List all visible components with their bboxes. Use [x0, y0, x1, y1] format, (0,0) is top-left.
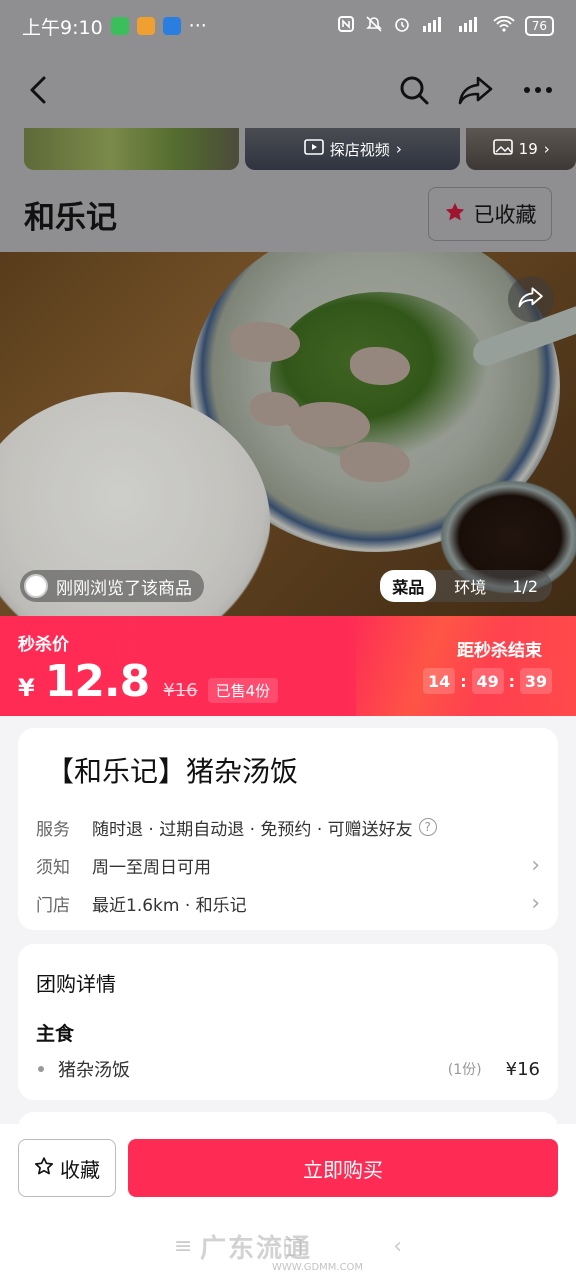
store-key: 门店: [36, 895, 70, 916]
shop-title-row: 和乐记 已收藏: [0, 176, 576, 252]
details-title: 团购详情: [36, 972, 116, 996]
list-item: 猪杂汤饭 (1份) ¥16: [36, 1056, 540, 1082]
flash-sale-banner: 秒杀价 ¥ 12.8 ¥16 已售4份 距秒杀结束 14 : 49 : 39: [0, 616, 576, 716]
image-icon: [492, 139, 513, 159]
star-outline-icon: [34, 1156, 54, 1181]
service-value: 随时退 · 过期自动退 · 免预约 · 可赠送好友: [92, 819, 413, 840]
product-image-carousel[interactable]: 刚刚浏览了该商品 菜品 环境 1/2: [0, 252, 576, 616]
bottom-action-bar: 收藏 立即购买: [0, 1124, 576, 1212]
search-icon[interactable]: [396, 72, 432, 108]
group-buy-details-card: 团购详情 主食 猪杂汤饭 (1份) ¥16: [18, 944, 558, 1100]
nfc-icon: [337, 15, 355, 37]
nav-bar: [0, 52, 576, 128]
notice-value: 周一至周日可用: [92, 857, 211, 878]
store-row[interactable]: 门店 最近1.6km · 和乐记 ›: [36, 884, 540, 922]
page-indicator: 1/2: [512, 576, 538, 596]
star-filled-icon: [444, 201, 466, 228]
app-notification-icon: [136, 17, 155, 35]
notice-row[interactable]: 须知 周一至周日可用 ›: [36, 846, 540, 884]
alarm-icon: [393, 15, 411, 37]
avatar: [24, 574, 48, 598]
recently-viewed-badge: 刚刚浏览了该商品: [20, 570, 204, 602]
service-row: 服务 随时退 · 过期自动退 · 免预约 · 可赠送好友 ?: [36, 808, 540, 846]
countdown-label: 距秒杀结束: [457, 641, 542, 661]
watermark-url: WWW.GDMM.COM: [272, 1262, 364, 1273]
watermark-text: 广东流通: [200, 1234, 313, 1264]
thumbnail-photo-count[interactable]: 19 ›: [466, 128, 576, 170]
product-name: 【和乐记】猪杂汤饭: [46, 755, 299, 788]
store-value: 最近1.6km · 和乐记: [92, 895, 247, 916]
back-icon[interactable]: [20, 72, 56, 108]
tab-dishes[interactable]: 菜品: [380, 570, 437, 602]
image-category-tabs: 菜品 环境 1/2: [380, 570, 552, 602]
status-bar: 上午9:10 ··· 76: [0, 0, 576, 52]
item-quantity: (1份): [447, 1062, 482, 1078]
sale-price: 12.8: [44, 656, 151, 707]
chevron-right-icon: ›: [395, 140, 402, 158]
lightning-decoration: [356, 616, 576, 716]
alipay-icon: [162, 17, 181, 35]
favorited-label: 已收藏: [473, 203, 537, 227]
countdown-seconds: 39: [520, 668, 552, 694]
item-name: 猪杂汤饭: [58, 1060, 130, 1081]
store-video-label: 探店视频: [329, 140, 390, 159]
thumbnail-photo[interactable]: [24, 128, 240, 170]
chevron-right-icon: ›: [531, 890, 540, 916]
back-nav-icon[interactable]: ‹: [393, 1234, 402, 1259]
countdown-minutes: 49: [471, 668, 504, 694]
media-thumbnail-strip: 探店视频 › 19 ›: [0, 128, 576, 176]
menu-icon[interactable]: ≡: [174, 1234, 192, 1259]
more-icon[interactable]: [520, 72, 556, 108]
battery-indicator: 76: [524, 16, 554, 36]
more-notifications-icon: ···: [188, 15, 207, 37]
collect-label: 收藏: [60, 1157, 100, 1182]
bullet-icon: [38, 1066, 44, 1072]
countdown-timer: 14 : 49 : 39: [423, 668, 552, 694]
wifi-icon: [493, 15, 515, 36]
signal-icon-2: [457, 16, 483, 36]
photo-count: 19: [518, 140, 538, 158]
mute-icon: [365, 15, 383, 37]
currency-symbol: ¥: [18, 674, 35, 702]
original-price: ¥16: [163, 680, 198, 701]
notice-key: 须知: [36, 857, 70, 878]
buy-now-button[interactable]: 立即购买: [128, 1139, 558, 1197]
recently-viewed-text: 刚刚浏览了该商品: [56, 578, 192, 599]
collect-button[interactable]: 收藏: [18, 1139, 116, 1197]
chevron-right-icon: ›: [543, 140, 550, 158]
sold-count: 已售4份: [207, 678, 279, 703]
product-info-card: 【和乐记】猪杂汤饭 服务 随时退 · 过期自动退 · 免预约 · 可赠送好友 ?…: [18, 728, 558, 930]
chevron-right-icon: ›: [531, 852, 540, 878]
thumbnail-store-video[interactable]: 探店视频 ›: [245, 128, 461, 170]
image-share-button[interactable]: [508, 276, 554, 322]
share-icon[interactable]: [458, 72, 494, 108]
dim-overlay: [0, 252, 576, 616]
countdown-separator: :: [508, 671, 515, 691]
tab-environment[interactable]: 环境: [442, 570, 498, 602]
shop-name: 和乐记: [24, 199, 117, 236]
countdown-separator: :: [460, 671, 467, 691]
share-icon: [518, 286, 544, 312]
item-price: ¥16: [505, 1058, 540, 1080]
signal-icon: [421, 16, 447, 36]
play-icon: [303, 139, 324, 159]
wechat-icon: [110, 17, 129, 35]
status-time: 上午9:10: [22, 16, 103, 39]
details-group-title: 主食: [36, 1023, 75, 1045]
service-key: 服务: [36, 819, 70, 840]
countdown-hours: 14: [423, 668, 456, 694]
flash-sale-label: 秒杀价: [18, 635, 69, 655]
favorited-button[interactable]: 已收藏: [428, 187, 552, 241]
help-icon[interactable]: ?: [418, 818, 437, 836]
